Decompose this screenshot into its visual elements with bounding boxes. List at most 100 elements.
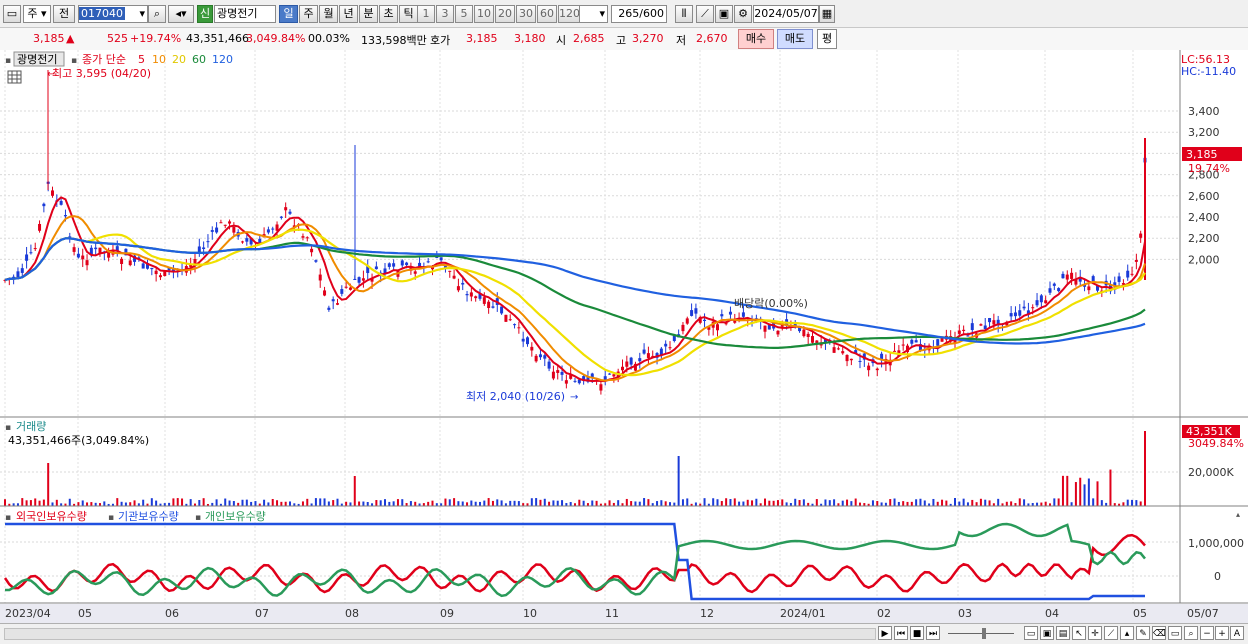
forward-icon[interactable]: ⏭	[926, 626, 940, 640]
table-icon[interactable]	[7, 70, 22, 84]
volume-bar	[133, 500, 136, 506]
interval-button-10[interactable]: 10	[474, 5, 494, 23]
period-tab-2[interactable]: 월	[319, 5, 338, 23]
calendar-icon[interactable]: ▦	[819, 5, 835, 23]
volume-bar	[1070, 502, 1073, 506]
interval-button-60[interactable]: 60	[537, 5, 557, 23]
interval-button-5[interactable]: 5	[455, 5, 473, 23]
volume-bar	[785, 502, 788, 506]
stock-code-input[interactable]: 017040 ▾	[78, 5, 148, 23]
turnover-rate: 00.03%	[308, 32, 350, 45]
tool-icon[interactable]: ⟋	[1104, 626, 1118, 640]
volume-bar	[617, 500, 620, 506]
candle-body	[474, 296, 478, 299]
candle-body	[59, 200, 63, 205]
period-tab-4[interactable]: 분	[359, 5, 378, 23]
layout-icon-3[interactable]: ▤	[1056, 626, 1070, 640]
candle-body	[323, 290, 327, 296]
candle-body	[482, 297, 486, 304]
cursor-icon[interactable]: ↖	[1072, 626, 1086, 640]
trash-icon[interactable]: ⌫	[1152, 626, 1166, 640]
draw-tool-icon[interactable]: ✎	[1136, 626, 1150, 640]
volume-bar	[716, 499, 719, 506]
volume-bar	[332, 500, 335, 506]
period-tab-3[interactable]: 년	[339, 5, 358, 23]
collapse-icon[interactable]: ▴	[1236, 510, 1240, 519]
zoom-slider[interactable]	[948, 633, 1014, 634]
candle-body	[418, 262, 422, 267]
volume-bar	[444, 498, 447, 506]
auto-scale-icon[interactable]: A	[1230, 626, 1244, 640]
zoom-out-icon[interactable]: −	[1200, 626, 1214, 640]
zoom-in-icon[interactable]: +	[1215, 626, 1229, 640]
date-input[interactable]: 2024/05/07	[753, 5, 819, 23]
candle-body	[465, 294, 469, 296]
period-tab-6[interactable]: 틱	[399, 5, 418, 23]
zoom-slider-thumb[interactable]	[982, 628, 986, 639]
mark-icon[interactable]: ▴	[1120, 626, 1134, 640]
volume-bar	[500, 500, 503, 506]
candle-body	[966, 335, 970, 337]
interval-button-1[interactable]: 1	[417, 5, 435, 23]
prev-button[interactable]: 전	[53, 5, 75, 23]
volume-bar	[923, 500, 926, 506]
period-tab-0[interactable]: 일	[279, 5, 298, 23]
candle-body	[728, 311, 732, 315]
search-icon[interactable]: ⌕	[148, 5, 166, 23]
count-total: /600	[639, 7, 664, 20]
candle-body	[51, 190, 54, 196]
candle-body	[970, 323, 974, 330]
volume-bar	[245, 499, 248, 506]
period-tab-5[interactable]: 초	[379, 5, 398, 23]
high-price: 3,270	[632, 32, 664, 45]
date-axis-label: 05/07	[1187, 607, 1219, 620]
buy-button[interactable]: 매수	[738, 29, 774, 49]
layout-icon-1[interactable]: ▭	[1024, 626, 1038, 640]
interval-button-120[interactable]: 120	[558, 5, 580, 23]
volume-bar	[556, 500, 559, 506]
current-price: 3,185	[33, 32, 65, 45]
count-input[interactable]: 265/600	[611, 5, 667, 23]
volume-bar	[962, 498, 965, 506]
candle-body	[530, 346, 534, 351]
volume-bar	[1061, 475, 1064, 506]
crosshair-icon[interactable]: ✛	[1088, 626, 1102, 640]
period-tab-1[interactable]: 주	[299, 5, 318, 23]
candle-body	[29, 252, 33, 254]
market-select[interactable]: 주 ▾	[23, 5, 51, 23]
candle-body	[836, 348, 840, 350]
volume-bar	[388, 501, 391, 506]
draw-icon[interactable]: ⟋	[696, 5, 714, 23]
stop-icon[interactable]: ■	[910, 626, 924, 640]
volume-bar	[975, 502, 978, 506]
gear-icon[interactable]: ⚙	[734, 5, 752, 23]
interval-button-3[interactable]: 3	[436, 5, 454, 23]
candle-body	[202, 247, 206, 249]
rewind-icon[interactable]: ⏮	[894, 626, 908, 640]
volume-bar	[833, 499, 836, 506]
stock-name-field[interactable]: 광명전기	[214, 5, 276, 23]
save-icon[interactable]: ▣	[715, 5, 733, 23]
scroll-right-icon[interactable]: ▶	[878, 626, 892, 640]
volume-bar	[241, 499, 244, 506]
low-price: 2,670	[696, 32, 728, 45]
volume-bar	[254, 501, 257, 506]
volume-bar	[643, 498, 646, 506]
speaker-icon[interactable]: ◂▾	[168, 5, 194, 23]
zoom-icon[interactable]: ⌕	[1184, 626, 1198, 640]
interval-button-30[interactable]: 30	[516, 5, 536, 23]
scroll-track[interactable]	[4, 628, 876, 640]
volume-bar	[768, 500, 771, 506]
volume-bar	[1074, 482, 1077, 506]
candle-body	[573, 380, 577, 382]
date-axis-label: 2023/04	[5, 607, 51, 620]
ruler-icon[interactable]: ▭	[1168, 626, 1182, 640]
layout-icon-2[interactable]: ▣	[1040, 626, 1054, 640]
eval-button[interactable]: 평	[817, 29, 837, 49]
volume-bar	[228, 500, 231, 506]
candle-icon[interactable]: ⫴	[675, 5, 693, 23]
interval-button-20[interactable]: 20	[495, 5, 515, 23]
sell-button[interactable]: 매도	[777, 29, 813, 49]
window-menu-icon[interactable]: ▭	[3, 5, 21, 23]
volume-bar	[47, 463, 50, 506]
